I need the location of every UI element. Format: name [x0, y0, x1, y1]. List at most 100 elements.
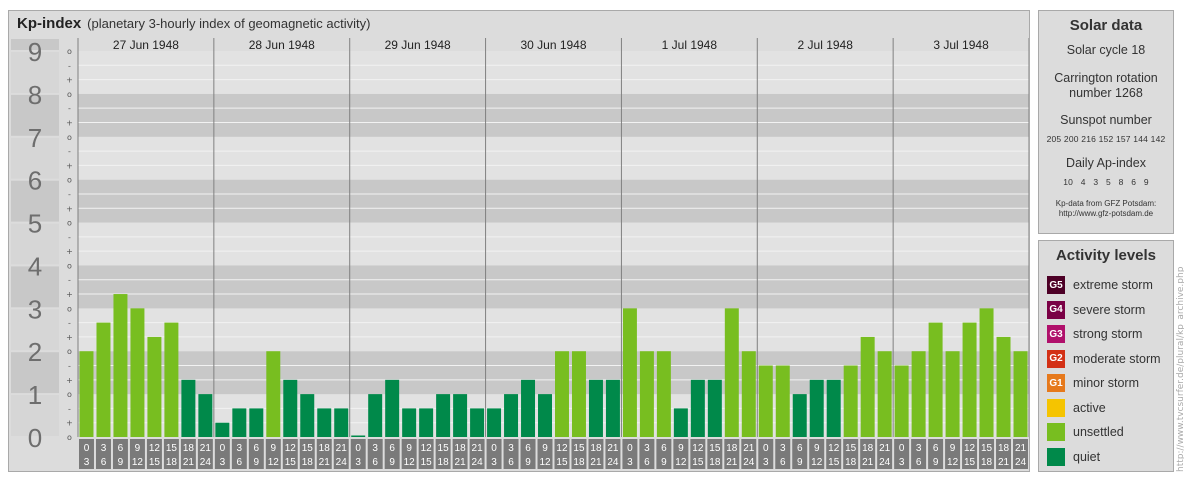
legend-label: moderate storm	[1073, 351, 1161, 366]
y-major-label: 4	[28, 251, 42, 281]
hour-label-start: 12	[556, 443, 568, 454]
kp-bar	[198, 394, 213, 437]
legend-label: unsettled	[1073, 425, 1124, 439]
y-minor-label: -	[68, 104, 71, 113]
y-minor-label: o	[67, 347, 72, 356]
hour-label-start: 9	[135, 443, 141, 454]
hour-label-end: 21	[862, 457, 874, 468]
hour-label-end: 3	[84, 457, 90, 468]
hour-label-end: 9	[797, 457, 803, 468]
y-minor-label: -	[68, 147, 71, 156]
kp-bar	[487, 408, 502, 437]
y-minor-label: +	[66, 419, 73, 428]
legend-label: active	[1073, 400, 1106, 415]
kp-bar	[605, 379, 620, 437]
kp-band	[78, 179, 1029, 223]
y-minor-label: +	[66, 376, 73, 385]
kp-bar	[317, 408, 332, 437]
kp-band	[78, 51, 1029, 94]
y-minor-label: o	[67, 433, 72, 442]
kp-bar	[724, 308, 739, 437]
hour-label-start: 6	[525, 443, 531, 454]
ap-index-values: 10 4 3 5 8 6 9	[1063, 177, 1149, 187]
hour-label-start: 3	[372, 443, 378, 454]
day-label: 30 Jun 1948	[520, 38, 586, 52]
hour-label-start: 21	[200, 443, 212, 454]
hour-label-start: 9	[950, 443, 956, 454]
hour-label-start: 12	[421, 443, 433, 454]
kp-bar	[164, 322, 179, 437]
hour-label-start: 15	[302, 443, 314, 454]
carrington-rotation: Carrington rotation number 1268	[1039, 71, 1173, 101]
y-minor-label: o	[67, 90, 72, 99]
hour-label-start: 15	[166, 443, 178, 454]
y-minor-label: +	[66, 290, 73, 299]
legend-item: G3 strong storm	[1047, 324, 1142, 344]
hour-label-end: 6	[508, 457, 514, 468]
hour-label-start: 6	[118, 443, 124, 454]
hour-label-end: 18	[438, 457, 450, 468]
hour-label-start: 12	[149, 443, 161, 454]
kp-bar	[470, 408, 485, 437]
hour-label-start: 6	[389, 443, 395, 454]
hour-label-end: 12	[947, 457, 959, 468]
hour-label-start: 21	[1015, 443, 1027, 454]
hour-label-start: 12	[692, 443, 704, 454]
hour-label-start: 0	[899, 443, 905, 454]
hour-label-start: 18	[183, 443, 195, 454]
hour-label-end: 18	[709, 457, 721, 468]
kp-bar	[436, 394, 451, 437]
kp-bar	[894, 365, 909, 437]
y-minor-label: o	[67, 176, 72, 185]
kp-bar	[521, 379, 536, 437]
day-label: 2 Jul 1948	[798, 38, 854, 52]
kp-bar	[249, 408, 264, 437]
legend-item: G4 severe storm	[1047, 300, 1145, 320]
hour-label-end: 12	[811, 457, 823, 468]
source-credit: http://www.tvcsurfer.de/plural/kp_archiv…	[1176, 266, 1184, 472]
hour-label-start: 3	[101, 443, 107, 454]
hour-label-end: 9	[661, 457, 667, 468]
kp-bar	[419, 408, 434, 437]
legend-swatch: G3	[1047, 325, 1065, 343]
legend-item: quiet	[1047, 447, 1100, 467]
hour-label-start: 12	[964, 443, 976, 454]
legend-swatch	[1047, 447, 1065, 466]
kp-bar	[385, 379, 400, 437]
hour-label-end: 3	[763, 457, 769, 468]
hour-label-end: 3	[899, 457, 905, 468]
legend-item: active	[1047, 398, 1106, 418]
hour-label-start: 21	[607, 443, 619, 454]
sunspot-values: 205 200 216 152 157 144 142	[1046, 134, 1166, 144]
kp-bar	[928, 322, 943, 437]
hour-label-end: 15	[556, 457, 568, 468]
y-minor-label: -	[68, 362, 71, 371]
kp-bar	[877, 351, 892, 437]
hour-label-end: 15	[285, 457, 297, 468]
data-source: Kp-data from GFZ Potsdam: http://www.gfz…	[1039, 199, 1173, 219]
solar-cycle: Solar cycle 18	[1066, 43, 1146, 57]
hour-label-start: 6	[661, 443, 667, 454]
hour-label-end: 12	[404, 457, 416, 468]
hour-label-end: 18	[845, 457, 857, 468]
hour-label-end: 21	[726, 457, 738, 468]
kp-bar	[283, 379, 298, 437]
hour-label-start: 18	[726, 443, 738, 454]
hour-label-start: 9	[271, 443, 277, 454]
hour-label-end: 24	[336, 457, 348, 468]
hour-label-start: 9	[542, 443, 548, 454]
hour-label-start: 18	[862, 443, 874, 454]
hour-label-start: 6	[254, 443, 260, 454]
hour-label-end: 21	[183, 457, 195, 468]
hour-label-end: 24	[743, 457, 755, 468]
kp-bar	[571, 351, 586, 437]
hour-label-start: 3	[508, 443, 514, 454]
carrington-line-2: number 1268	[1069, 86, 1143, 100]
data-source-line-1: Kp-data from GFZ Potsdam:	[1055, 199, 1157, 208]
hour-label-start: 12	[285, 443, 297, 454]
kp-bar	[266, 351, 281, 437]
hour-label-start: 6	[797, 443, 803, 454]
kp-bar	[962, 322, 977, 437]
kp-chart: 0123456789o+-o+-o+-o+-o+-o+-o+-o+-o+-o 27…	[11, 37, 1029, 469]
hour-label-end: 21	[590, 457, 602, 468]
